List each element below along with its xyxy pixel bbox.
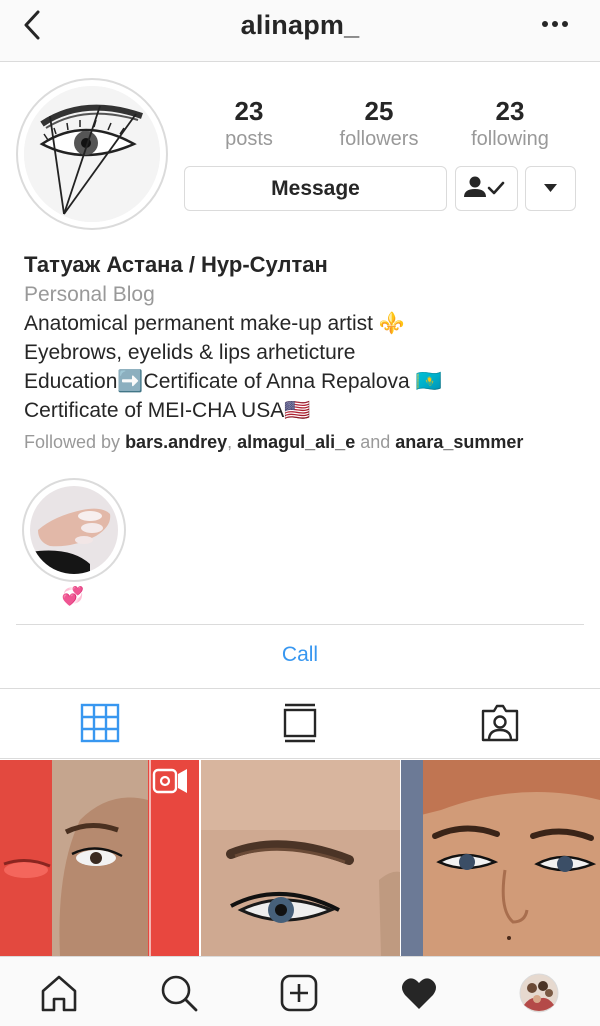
tagged-icon (481, 704, 519, 742)
bio-line: Education➡️Certificate of Anna Repalova … (24, 370, 442, 393)
profile-avatar (24, 86, 160, 222)
bio-line: Eyebrows, eyelids & lips arhetiсture (24, 341, 356, 364)
post-thumbnail[interactable] (401, 760, 600, 956)
highlight-label: 💞 (61, 586, 85, 606)
add-post-icon (280, 974, 318, 1012)
followed-by-text[interactable]: Followed by bars.andrey, almagul_ali_e a… (24, 432, 523, 453)
followers-stat[interactable]: 25 followers (319, 96, 439, 151)
bottom-navigation (0, 956, 600, 1026)
grid-icon (80, 703, 120, 743)
nav-profile[interactable] (519, 973, 559, 1013)
more-horizontal-icon (542, 21, 568, 27)
call-button[interactable]: Call (0, 643, 600, 667)
highlight-cover (30, 486, 118, 574)
bio-line: Anatomical permanent make-up artist ⚜️ (24, 312, 405, 335)
search-icon (161, 975, 198, 1012)
profile-username: alinapm_ (240, 10, 360, 40)
tab-feed[interactable] (280, 703, 320, 743)
nav-search[interactable] (159, 973, 199, 1013)
posts-stat: 23 posts (189, 96, 309, 151)
divider (0, 688, 600, 689)
bio-line: Certificate of MEI-CHA USA🇺🇸 (24, 399, 311, 422)
following-count: 23 (495, 96, 525, 126)
tab-tagged[interactable] (480, 703, 520, 743)
posts-label: posts (225, 128, 273, 150)
feed-icon (283, 703, 317, 743)
nav-activity[interactable] (399, 973, 439, 1013)
post-thumbnail[interactable] (0, 760, 199, 956)
heart-icon (402, 978, 436, 1009)
following-button[interactable] (455, 166, 518, 211)
nav-add-post[interactable] (279, 973, 319, 1013)
profile-category: Personal Blog (24, 283, 155, 306)
divider (0, 758, 600, 759)
follower-link[interactable]: anara_summer (395, 432, 523, 452)
profile-avatar-ring[interactable] (16, 78, 168, 230)
home-icon (41, 975, 77, 1012)
followers-count: 25 (364, 96, 394, 126)
posts-count: 23 (234, 96, 264, 126)
more-options-button[interactable] (540, 12, 570, 36)
tab-grid[interactable] (80, 703, 120, 743)
message-button[interactable]: Message (184, 166, 447, 211)
divider (16, 624, 584, 625)
follower-link[interactable]: bars.andrey (125, 432, 227, 452)
nav-home[interactable] (39, 973, 79, 1013)
top-bar: alinapm_ (0, 0, 600, 62)
follower-link[interactable]: almagul_ali_e (237, 432, 355, 452)
profile-full-name: Татуаж Астана / Нур-Султан (24, 252, 328, 277)
following-stat[interactable]: 23 following (450, 96, 570, 151)
story-highlight[interactable] (22, 478, 126, 582)
caret-down-icon (544, 184, 557, 192)
followed-by-and: and (360, 432, 391, 452)
user-check-icon (464, 176, 505, 197)
suggestions-dropdown-button[interactable] (525, 166, 576, 211)
followed-by-prefix: Followed by (24, 432, 121, 452)
following-label: following (471, 128, 549, 150)
profile-avatar (519, 973, 559, 1013)
post-thumbnail[interactable] (201, 760, 400, 956)
followers-label: followers (339, 128, 419, 150)
